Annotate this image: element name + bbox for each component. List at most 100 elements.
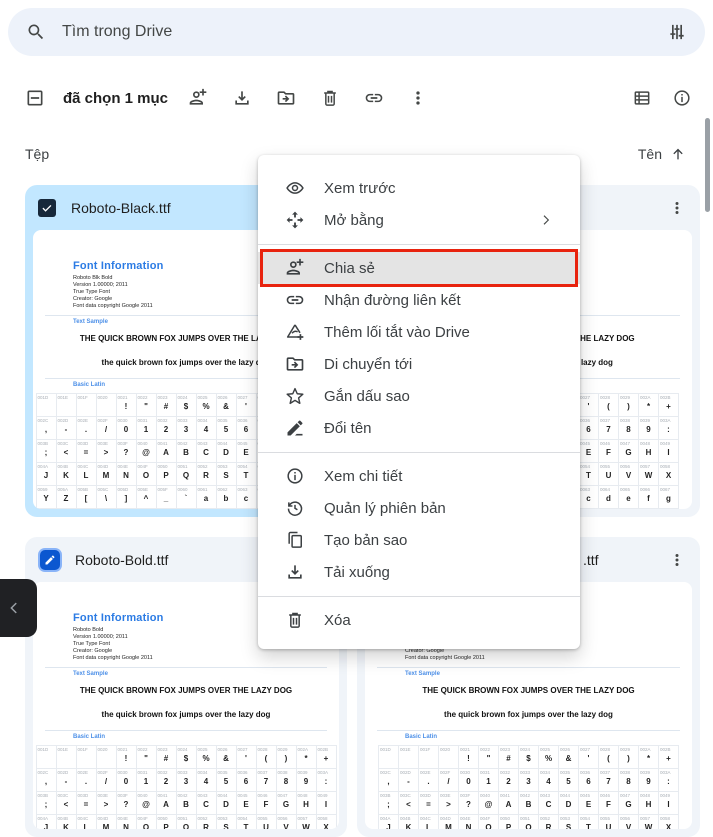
download-button[interactable] xyxy=(224,80,260,116)
character-cell: 002A* xyxy=(638,393,659,417)
character-cell: 0036 6 xyxy=(235,416,257,440)
character-cell: 002C, xyxy=(35,416,57,440)
character-cell: 0027 ' xyxy=(235,393,257,417)
move-button[interactable] xyxy=(268,80,304,116)
character-cell: 0054 T xyxy=(235,814,257,829)
character-cell: 003D= xyxy=(75,439,97,463)
character-cell: 00322 xyxy=(155,416,177,440)
deselect-button[interactable] xyxy=(17,80,53,116)
character-cell: 0058X xyxy=(315,814,337,829)
context-menu: Xem trước Mở bằng Chia sẻ Nhận đường liên k… xyxy=(258,155,580,649)
pencil-icon xyxy=(44,554,56,566)
character-cell: 0064d xyxy=(598,485,619,509)
character-cell: 0022" xyxy=(135,393,157,417)
character-cell: 00355 xyxy=(215,768,237,792)
menu-item-label: Tải xuống xyxy=(324,563,390,581)
files-section-title: Tệp xyxy=(25,146,50,162)
character-cell: 001F xyxy=(75,393,97,417)
character-cell: 0041A xyxy=(155,791,177,815)
menu-item-label: Xóa xyxy=(324,611,351,629)
character-cell: 002B+ xyxy=(658,393,679,417)
character-table-row: 001D001E001F00200021!0022"0023#0024$0025… xyxy=(35,745,337,769)
character-cell: 003F? xyxy=(115,439,137,463)
character-cell: 0052R xyxy=(195,462,217,486)
character-table-row: 002C,002D-002E.002F/00300003110032200333… xyxy=(35,768,337,792)
menu-item-make-copy[interactable]: Tạo bản sao xyxy=(258,524,580,556)
delete-button[interactable] xyxy=(312,80,348,116)
character-cell: 0028( xyxy=(598,745,619,769)
character-cell: 0050P xyxy=(155,462,177,486)
menu-item-open-with[interactable]: Mở bằng xyxy=(258,204,580,236)
character-cell: 0027 ' xyxy=(235,745,257,769)
character-cell: 0053S xyxy=(558,814,579,829)
search-placeholder: Tìm trong Drive xyxy=(62,23,173,40)
character-cell: 0051Q xyxy=(175,814,197,829)
details-panel-button[interactable] xyxy=(664,80,700,116)
view-list-button[interactable] xyxy=(624,80,660,116)
character-cell: 0056V xyxy=(618,462,639,486)
scrollbar-thumb[interactable] xyxy=(705,118,710,212)
character-cell: 00322 xyxy=(498,768,519,792)
character-cell: 0063 c xyxy=(235,485,257,509)
menu-divider xyxy=(258,243,580,245)
search-options-icon[interactable] xyxy=(667,22,687,42)
link-icon xyxy=(364,88,384,108)
character-cell: 00333 xyxy=(175,416,197,440)
chevron-left-icon xyxy=(5,599,23,617)
character-cell: 002D- xyxy=(55,768,77,792)
menu-item-label: Xem chi tiết xyxy=(324,467,403,485)
search-bar[interactable]: Tìm trong Drive xyxy=(8,8,705,56)
character-cell: 00355 xyxy=(215,416,237,440)
menu-item-versions[interactable]: Quản lý phiên bản xyxy=(258,492,580,524)
menu-item-preview[interactable]: Xem trước xyxy=(258,172,580,204)
selected-checkbox[interactable] xyxy=(38,198,56,217)
character-cell: 0067g xyxy=(658,485,679,509)
divider xyxy=(45,667,327,668)
previous-overlay-button[interactable] xyxy=(0,579,37,637)
menu-item-delete[interactable]: Xóa xyxy=(258,604,580,636)
character-cell: 005E^ xyxy=(135,485,157,509)
share-button[interactable] xyxy=(180,80,216,116)
character-cell: 003D= xyxy=(75,791,97,815)
character-cell: 003E> xyxy=(95,439,117,463)
menu-item-label: Thêm lối tắt vào Drive xyxy=(324,323,470,341)
character-table-row: 003B;003C<003D=003E>003F?0040@0041A0042B… xyxy=(35,791,337,815)
file-more-button[interactable] xyxy=(664,547,690,573)
character-cell: 0050P xyxy=(155,814,177,829)
character-cell: 00399 xyxy=(295,768,317,792)
character-cell: 0047G xyxy=(618,439,639,463)
character-cell: 0054 T xyxy=(578,814,599,829)
menu-item-get-link[interactable]: Nhận đường liên kết xyxy=(258,284,580,316)
menu-item-move-to[interactable]: Di chuyển tới xyxy=(258,348,580,380)
character-cell: 004DM xyxy=(95,462,117,486)
sort-by-name-control[interactable]: Tên xyxy=(638,146,686,162)
character-cell: 0048H xyxy=(638,791,659,815)
more-actions-button[interactable] xyxy=(400,80,436,116)
sample-uppercase: THE QUICK BROWN FOX JUMPS OVER THE LAZY … xyxy=(79,686,293,695)
character-cell: 004EN xyxy=(458,814,479,829)
selection-toolbar: đã chọn 1 mục xyxy=(17,78,700,118)
character-cell: 0057W xyxy=(638,462,659,486)
menu-item-share[interactable]: Chia sẻ xyxy=(258,249,580,287)
file-more-button[interactable] xyxy=(664,195,690,221)
menu-item-download[interactable]: Tải xuống xyxy=(258,556,580,588)
character-cell: 004EN xyxy=(115,462,137,486)
menu-item-star[interactable]: Gắn dấu sao xyxy=(258,380,580,412)
character-cell: 0053S xyxy=(215,462,237,486)
font-info-line: Creator: Google xyxy=(73,648,113,654)
character-cell: 002C, xyxy=(378,768,399,792)
divider xyxy=(45,730,327,731)
character-cell: 002F/ xyxy=(95,768,117,792)
menu-item-rename[interactable]: Đổi tên xyxy=(258,412,580,444)
character-cell: 002A* xyxy=(638,745,659,769)
menu-item-details[interactable]: Xem chi tiết xyxy=(258,460,580,492)
character-cell: 0047G xyxy=(618,791,639,815)
get-link-button[interactable] xyxy=(356,80,392,116)
character-cell: 003C< xyxy=(55,791,77,815)
character-cell: 0043C xyxy=(195,791,217,815)
character-table-row: 002C,002D-002E.002F/00300003110032200333… xyxy=(378,768,679,792)
character-cell: 0021! xyxy=(458,745,479,769)
menu-item-add-shortcut[interactable]: Thêm lối tắt vào Drive xyxy=(258,316,580,348)
character-cell: 0040@ xyxy=(135,439,157,463)
character-cell: 004FO xyxy=(135,462,157,486)
